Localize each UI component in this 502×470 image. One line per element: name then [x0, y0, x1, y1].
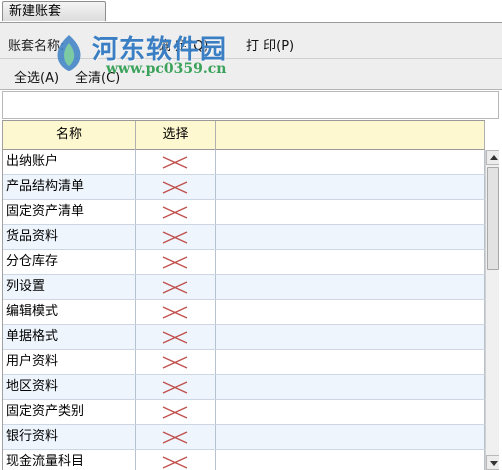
row-select-cell[interactable] [136, 200, 216, 224]
row-name-cell: 货品资料 [3, 225, 136, 249]
column-header-name[interactable]: 名称 [3, 121, 136, 150]
row-blank-cell [216, 250, 485, 274]
row-select-cell[interactable] [136, 375, 216, 399]
grid-rows: 出纳账户 产品结构清单 固定资产清单 货品资料 分仓库存 列设置 编辑模式 单据格式 用户资料地… [3, 150, 485, 470]
watermark: 河东软件园 www.pc0359.cn [52, 25, 312, 83]
grid-header: 名称 选择 [3, 120, 485, 150]
row-blank-cell [216, 375, 485, 399]
row-select-cell[interactable] [136, 350, 216, 374]
row-select-cell[interactable] [136, 275, 216, 299]
red-x-icon[interactable] [162, 331, 188, 344]
row-name-cell: 分仓库存 [3, 250, 136, 274]
row-select-cell[interactable] [136, 325, 216, 349]
row-name-cell: 编辑模式 [3, 300, 136, 324]
table-row[interactable]: 出纳账户 [3, 150, 485, 175]
row-name-cell: 列设置 [3, 275, 136, 299]
table-row[interactable]: 列设置 [3, 275, 485, 300]
row-select-cell[interactable] [136, 150, 216, 174]
row-select-cell[interactable] [136, 250, 216, 274]
table-row[interactable]: 固定资产类别 [3, 400, 485, 425]
table-row[interactable]: 单据格式 [3, 325, 485, 350]
table-row[interactable]: 银行资料 [3, 425, 485, 450]
table-row[interactable]: 固定资产清单 [3, 200, 485, 225]
tab-new-account-set[interactable]: 新建账套 [2, 1, 106, 21]
row-name-cell: 用户资料 [3, 350, 136, 374]
chevron-up-icon [490, 155, 498, 160]
table-row[interactable]: 产品结构清单 [3, 175, 485, 200]
table-row[interactable]: 分仓库存 [3, 250, 485, 275]
table-row[interactable]: 用户资料 [3, 350, 485, 375]
row-blank-cell [216, 200, 485, 224]
table-row[interactable]: 现金流量科目 [3, 450, 485, 470]
red-x-icon[interactable] [162, 406, 188, 419]
row-blank-cell [216, 450, 485, 470]
table-row[interactable]: 货品资料 [3, 225, 485, 250]
row-name-cell: 现金流量科目 [3, 450, 136, 470]
red-x-icon[interactable] [162, 256, 188, 269]
red-x-icon[interactable] [162, 231, 188, 244]
row-name-cell: 固定资产清单 [3, 200, 136, 224]
row-blank-cell [216, 275, 485, 299]
row-select-cell[interactable] [136, 175, 216, 199]
scroll-thumb[interactable] [487, 167, 499, 270]
row-select-cell[interactable] [136, 450, 216, 470]
red-x-icon[interactable] [162, 156, 188, 169]
scroll-up-button[interactable] [486, 150, 499, 165]
row-blank-cell [216, 300, 485, 324]
red-x-icon[interactable] [162, 356, 188, 369]
red-x-icon[interactable] [162, 381, 188, 394]
row-blank-cell [216, 325, 485, 349]
column-header-blank [216, 121, 485, 150]
row-blank-cell [216, 150, 485, 174]
red-x-icon[interactable] [162, 181, 188, 194]
empty-input-bar [2, 91, 499, 119]
red-x-icon[interactable] [162, 306, 188, 319]
row-select-cell[interactable] [136, 425, 216, 449]
row-select-cell[interactable] [136, 400, 216, 424]
watermark-logo-icon [57, 35, 81, 71]
row-blank-cell [216, 400, 485, 424]
row-blank-cell [216, 425, 485, 449]
tab-strip: 新建账套 [0, 0, 502, 22]
chevron-down-icon [490, 461, 498, 466]
table-row[interactable]: 编辑模式 [3, 300, 485, 325]
row-blank-cell [216, 225, 485, 249]
row-name-cell: 地区资料 [3, 375, 136, 399]
row-blank-cell [216, 350, 485, 374]
row-blank-cell [216, 175, 485, 199]
row-name-cell: 产品结构清单 [3, 175, 136, 199]
vertical-scrollbar[interactable] [485, 150, 499, 470]
watermark-url: www.pc0359.cn [106, 61, 227, 77]
red-x-icon[interactable] [162, 206, 188, 219]
row-select-cell[interactable] [136, 300, 216, 324]
table-row[interactable]: 地区资料 [3, 375, 485, 400]
scroll-down-button[interactable] [486, 455, 499, 470]
red-x-icon[interactable] [162, 281, 188, 294]
row-name-cell: 固定资产类别 [3, 400, 136, 424]
toolbar: 账套名称: 确 定(Q) 打 印(P) 全选(A) 全清(C) 河东软件园 ww… [0, 22, 502, 90]
red-x-icon[interactable] [162, 456, 188, 469]
data-grid: 名称 选择 出纳账户 产品结构清单 固定资产清单 货品资料 分仓库存 列设置 编辑模式 单据格… [2, 120, 499, 470]
row-select-cell[interactable] [136, 225, 216, 249]
column-header-select[interactable]: 选择 [136, 121, 216, 150]
red-x-icon[interactable] [162, 431, 188, 444]
row-name-cell: 银行资料 [3, 425, 136, 449]
row-name-cell: 单据格式 [3, 325, 136, 349]
row-name-cell: 出纳账户 [3, 150, 136, 174]
